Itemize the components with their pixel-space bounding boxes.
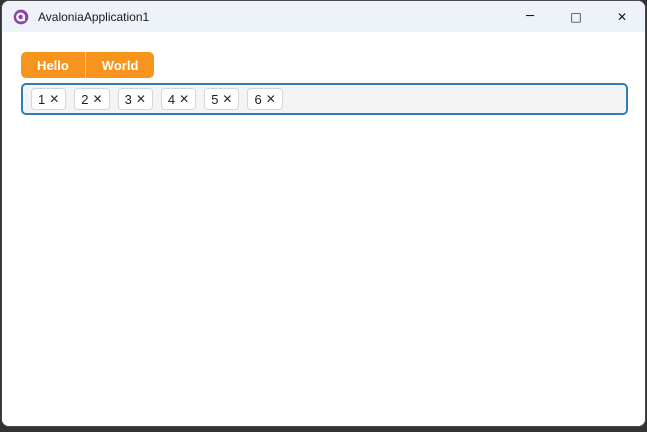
chip-remove-icon[interactable]: ✕ [136, 93, 146, 105]
chip-label: 2 [81, 91, 89, 107]
titlebar: AvaloniaApplication1 ─ □ ✕ [2, 1, 645, 32]
tab[interactable]: Hello [21, 52, 85, 78]
chip-remove-icon[interactable]: ✕ [49, 93, 59, 105]
chip-remove-icon[interactable]: ✕ [179, 93, 189, 105]
chip: 4 ✕ [160, 88, 197, 110]
chip-remove-icon[interactable]: ✕ [222, 93, 232, 105]
chip-label: 1 [38, 91, 46, 107]
chip: 6 ✕ [247, 88, 283, 110]
chip-label: 5 [211, 91, 219, 107]
chip: 3 ✕ [117, 88, 153, 110]
chip: 1 ✕ [31, 88, 67, 110]
chip-remove-icon[interactable]: ✕ [266, 93, 276, 105]
content-area: Hello World 1 ✕ 2 ✕ 3 ✕ 4 ✕ 5 ✕ 6 ✕ [2, 32, 645, 426]
tab[interactable]: World [84, 52, 155, 78]
chip-input-bar[interactable]: 1 ✕ 2 ✕ 3 ✕ 4 ✕ 5 ✕ 6 ✕ [21, 83, 628, 115]
window-title: AvaloniaApplication1 [38, 9, 150, 24]
chip-label: 6 [254, 91, 262, 107]
tab-strip: Hello World [21, 52, 155, 78]
chip-remove-icon[interactable]: ✕ [93, 93, 103, 105]
maximize-icon[interactable]: □ [553, 1, 599, 32]
chip-label: 4 [167, 91, 176, 107]
close-icon[interactable]: ✕ [599, 1, 645, 32]
chip-label: 3 [124, 91, 132, 107]
app-window: AvaloniaApplication1 ─ □ ✕ Hello World 1 [1, 0, 646, 427]
tab-label: Hello [37, 57, 69, 73]
minimize-icon[interactable]: ─ [507, 1, 553, 32]
tab-label: World [101, 57, 139, 73]
chip: 5 ✕ [204, 88, 240, 110]
avalonia-logo-icon [13, 9, 29, 24]
chip: 2 ✕ [74, 88, 110, 110]
